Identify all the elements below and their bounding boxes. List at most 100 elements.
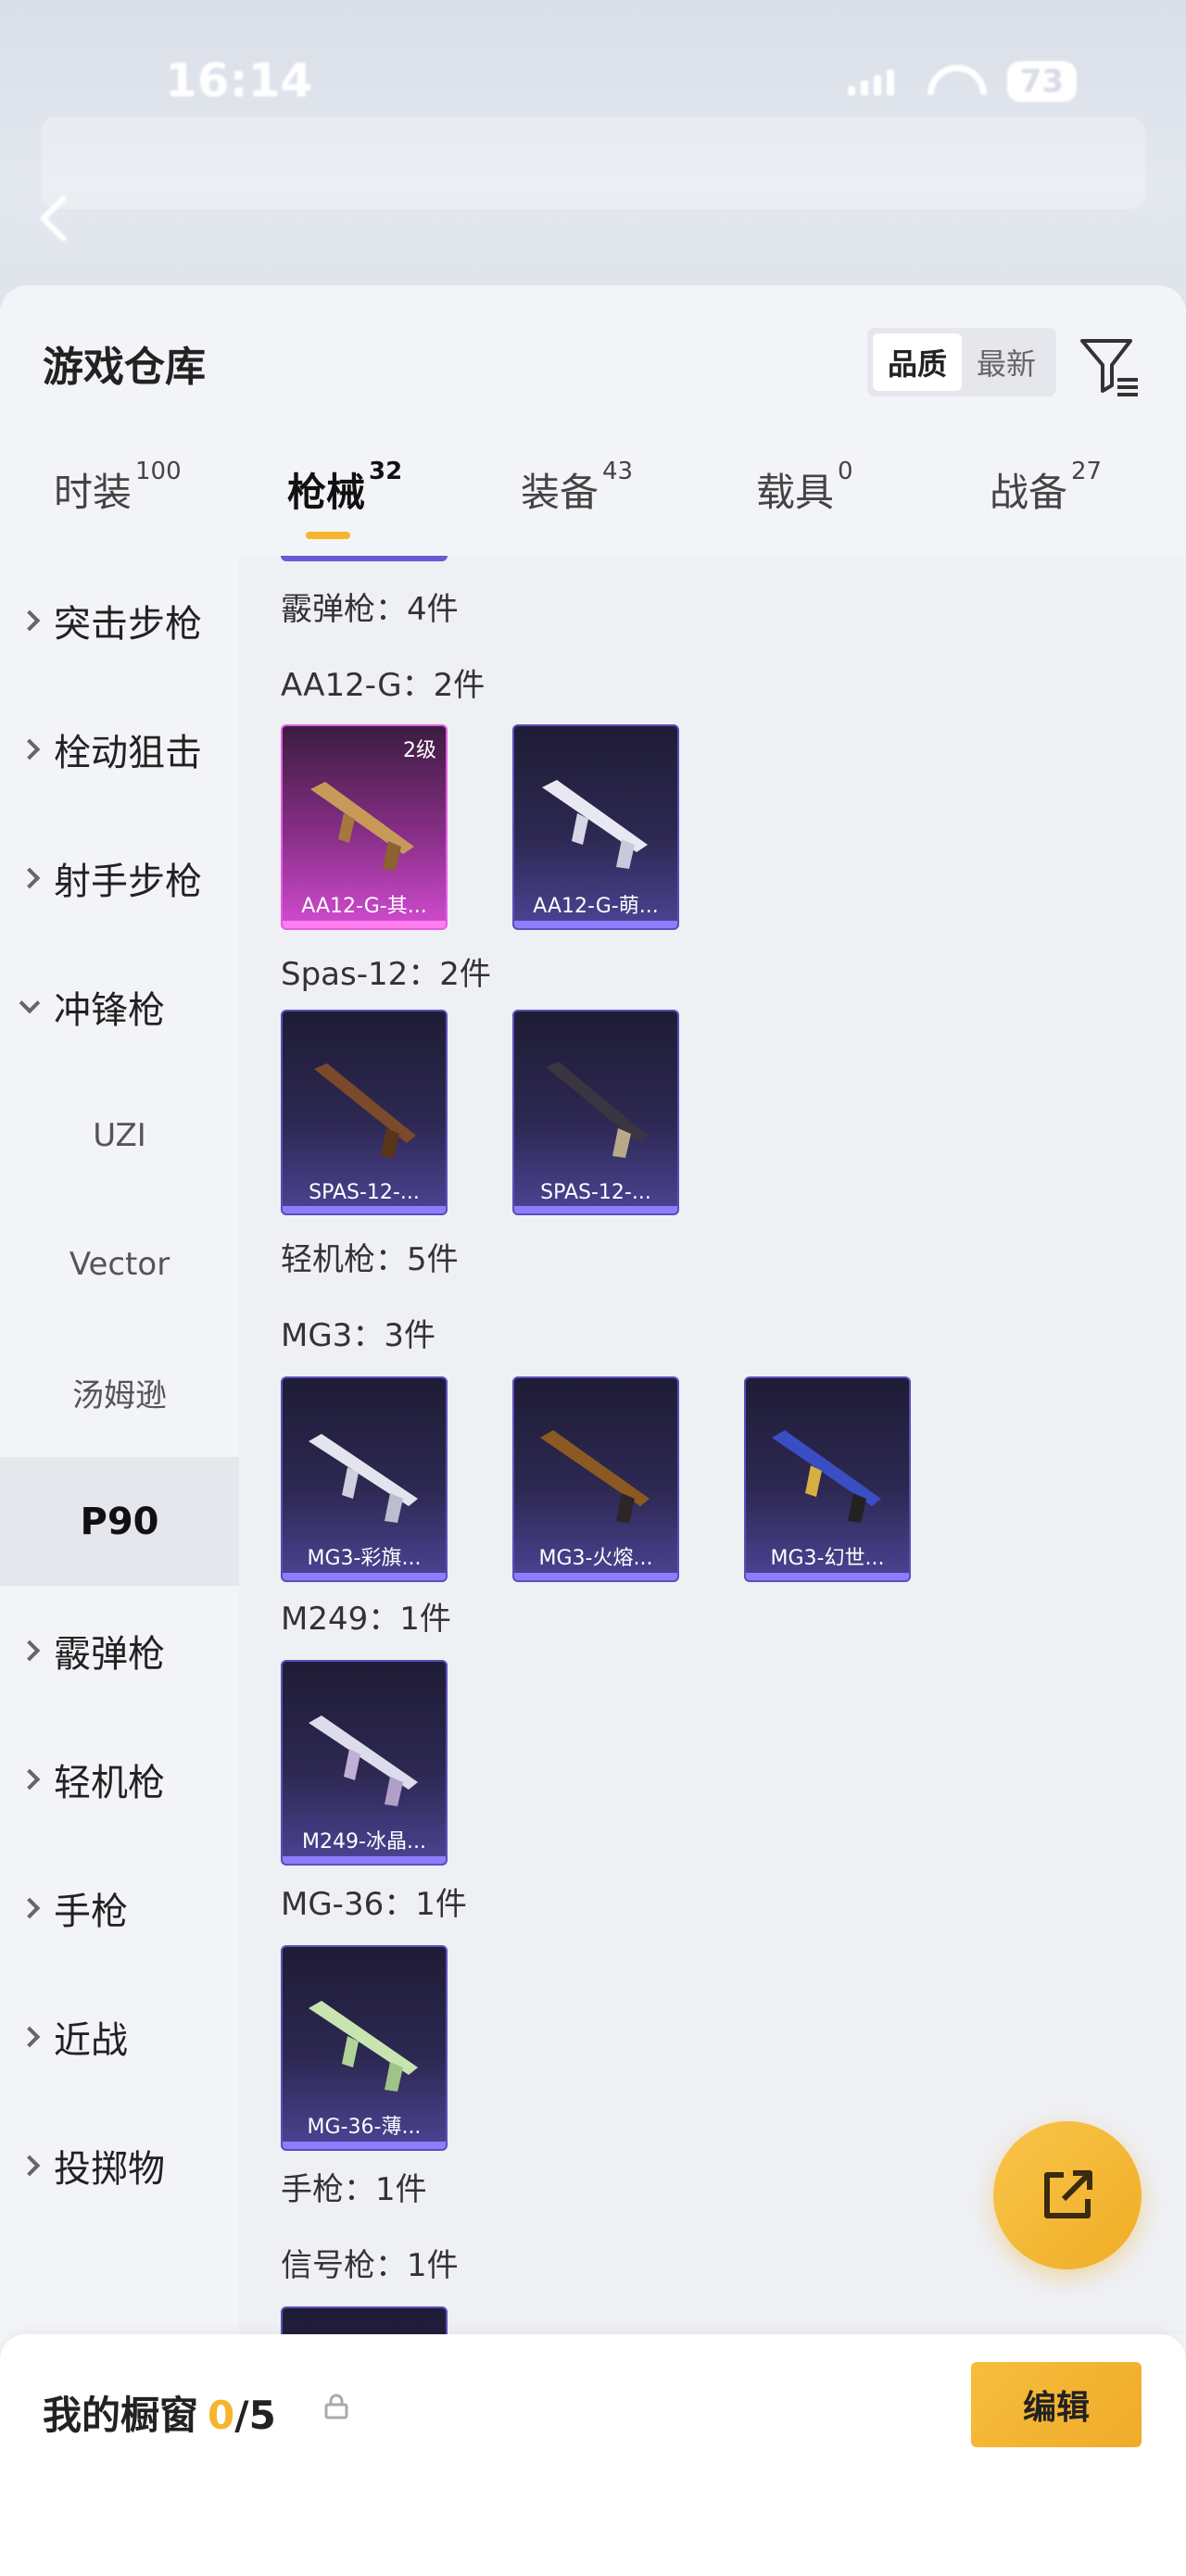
rarity-bar [514, 921, 677, 928]
machine-gun-icon [309, 2001, 418, 2092]
chevron-right-icon [19, 1897, 41, 1918]
card-edge [281, 556, 448, 561]
tab-equipment[interactable]: 装备 43 [521, 458, 633, 518]
sidebar-item-pistol[interactable]: 手枪 [0, 1843, 239, 1972]
weapon-card[interactable]: MG3-彩旗... [281, 1376, 448, 1582]
wifi-icon [927, 65, 974, 98]
group-label-aa12: AA12-G：2件 [281, 667, 486, 704]
chevron-right-icon [19, 1640, 41, 1661]
rarity-bar [283, 2142, 446, 2149]
weapon-card[interactable]: M249-冰晶... [281, 1660, 448, 1866]
sidebar-item-bolt-sniper[interactable]: 栓动狙击 [0, 685, 239, 813]
machine-gun-icon [309, 1715, 418, 1806]
edit-button[interactable]: 编辑 [971, 2362, 1142, 2447]
sort-toggle: 品质 最新 [867, 328, 1056, 396]
level-badge: 2级 [403, 739, 436, 762]
group-label-mg3: MG3：3件 [281, 1317, 435, 1354]
rarity-bar [283, 921, 446, 928]
warehouse-sheet: 游戏仓库 品质 最新 时装 100 枪械 32 装备 43 载具 0 战备 27 突击步枪… [0, 285, 1186, 2576]
weapon-name: MG-36-薄... [307, 2116, 422, 2139]
group-label-lmg: 轻机枪：5件 [281, 1241, 459, 1278]
group-label-mg36: MG-36：1件 [281, 1886, 467, 1923]
group-label-flare-gun: 信号枪：1件 [281, 2247, 459, 2284]
shotgun-icon [542, 780, 648, 869]
sort-option-newest[interactable]: 最新 [962, 333, 1051, 391]
sidebar-item-shotgun[interactable]: 霰弹枪 [0, 1586, 239, 1715]
sidebar-item-marksman-rifle[interactable]: 射手步枪 [0, 813, 239, 942]
external-link-icon [1044, 2170, 1092, 2218]
machine-gun-icon [772, 1430, 881, 1523]
sidebar-item-uzi[interactable]: UZI [0, 1071, 239, 1200]
sidebar-item-assault-rifle[interactable]: 突击步枪 [0, 556, 239, 685]
category-tabs: 时装 100 枪械 32 装备 43 载具 0 战备 27 [0, 458, 1186, 554]
background-bar [41, 117, 1145, 209]
showcase-max: /5 [234, 2393, 276, 2438]
rarity-bar [514, 1206, 677, 1213]
weapon-name: MG3-幻世... [770, 1547, 885, 1570]
shotgun-icon [546, 1062, 648, 1158]
chevron-right-icon [19, 2155, 41, 2176]
weapon-card[interactable]: SPAS-12-... [512, 1010, 679, 1215]
weapon-card[interactable] [281, 2306, 448, 2334]
weapon-card[interactable]: MG-36-薄... [281, 1945, 448, 2151]
shotgun-icon [310, 782, 414, 871]
showcase-bar: 我的橱窗 0/5 编辑 [0, 2334, 1186, 2576]
weapon-card[interactable]: MG3-幻世... [744, 1376, 911, 1582]
weapon-name: MG3-火熔... [538, 1547, 653, 1570]
shotgun-icon [314, 1063, 416, 1158]
sort-option-quality[interactable]: 品质 [873, 333, 962, 391]
active-tab-indicator [306, 532, 350, 539]
chevron-right-icon [19, 1768, 41, 1790]
signal-icon [847, 68, 894, 95]
weapon-name: AA12-G-其... [301, 895, 427, 918]
showcase-label: 我的橱窗 [43, 2393, 199, 2438]
group-label-shotgun: 霰弹枪：4件 [281, 591, 459, 628]
status-icons: 73 [847, 61, 1077, 102]
sidebar-item-throwable[interactable]: 投掷物 [0, 2101, 239, 2230]
group-label-pistol: 手枪：1件 [281, 2171, 427, 2208]
showcase-title: 我的橱窗 0/5 [43, 2384, 276, 2441]
battery-indicator: 73 [1006, 61, 1077, 102]
rarity-bar [283, 1573, 446, 1580]
weapon-card[interactable]: 2级 AA12-G-其... [281, 724, 448, 930]
tab-gear[interactable]: 战备 27 [990, 458, 1102, 518]
weapon-name: M249-冰晶... [302, 1830, 426, 1853]
tab-vehicles[interactable]: 载具 0 [756, 458, 853, 518]
weapon-card[interactable]: AA12-G-萌... [512, 724, 679, 930]
rarity-bar [746, 1573, 909, 1580]
chevron-right-icon [19, 609, 41, 631]
rarity-bar [283, 1206, 446, 1213]
group-label-m249: M249：1件 [281, 1601, 451, 1638]
sidebar-item-lmg[interactable]: 轻机枪 [0, 1715, 239, 1843]
weapon-name: MG3-彩旗... [307, 1547, 422, 1570]
filter-icon[interactable] [1077, 333, 1142, 398]
weapon-card[interactable]: MG3-火熔... [512, 1376, 679, 1582]
sidebar-item-smg[interactable]: 冲锋枪 [0, 942, 239, 1071]
weapon-name: SPAS-12-... [540, 1181, 651, 1204]
chevron-right-icon [19, 738, 41, 760]
weapon-card[interactable]: SPAS-12-... [281, 1010, 448, 1215]
sidebar-item-melee[interactable]: 近战 [0, 1972, 239, 2101]
share-button[interactable] [993, 2121, 1142, 2269]
tab-fashion[interactable]: 时装 100 [54, 458, 182, 518]
page-title: 游戏仓库 [43, 344, 206, 391]
group-label-spas12: Spas-12：2件 [281, 956, 491, 993]
chevron-right-icon [19, 867, 41, 888]
sidebar-item-vector[interactable]: Vector [0, 1200, 239, 1328]
rarity-bar [514, 1573, 677, 1580]
rarity-bar [283, 1856, 446, 1864]
weapon-name: AA12-G-萌... [533, 895, 659, 918]
tab-firearms[interactable]: 枪械 32 [287, 458, 402, 518]
machine-gun-icon [309, 1434, 418, 1523]
weapon-category-sidebar: 突击步枪 栓动狙击 射手步枪 冲锋枪 UZI Vector 汤姆逊 P90 霰弹… [0, 556, 239, 2334]
sidebar-item-p90[interactable]: P90 [0, 1457, 239, 1586]
chevron-right-icon [19, 2026, 41, 2047]
status-time: 16:14 [165, 54, 313, 107]
machine-gun-icon [540, 1430, 650, 1523]
sidebar-item-thompson[interactable]: 汤姆逊 [0, 1328, 239, 1457]
lock-icon [324, 2394, 348, 2419]
weapon-name: SPAS-12-... [309, 1181, 420, 1204]
background-header: 16:14 73 [0, 0, 1186, 306]
weapon-list: 霰弹枪：4件 AA12-G：2件 2级 AA12-G-其... AA12-G-萌… [239, 556, 1186, 2334]
chevron-down-icon [19, 992, 41, 1013]
